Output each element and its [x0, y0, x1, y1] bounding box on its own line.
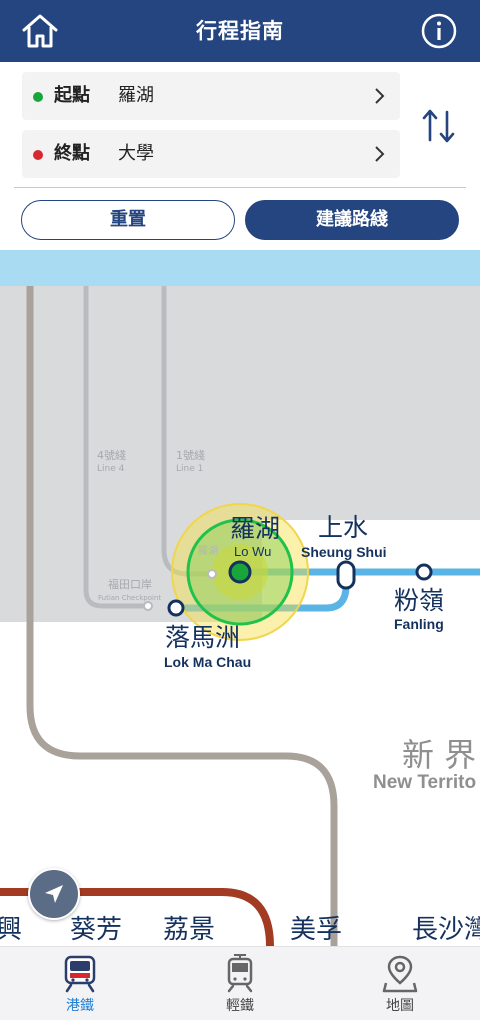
lowu-label-en: Lo Wu	[234, 544, 271, 559]
hing-label: 興	[0, 915, 22, 945]
page-title: 行程指南	[196, 19, 284, 43]
region-label: 新 界	[402, 736, 476, 774]
destination-dot-icon	[33, 150, 43, 160]
origin-label: 起點	[54, 85, 90, 106]
cheung-sha-wan-label: 長沙灣	[412, 915, 480, 945]
chevron-right-icon	[375, 88, 385, 104]
map-pin-icon	[382, 955, 418, 993]
bottom-tab-bar: 港鐵 輕鐵 地圖	[0, 946, 480, 1020]
app-header: 行程指南	[0, 0, 480, 62]
origin-selector[interactable]: 起點 羅湖	[22, 72, 400, 120]
line-1-label: 1號綫	[176, 449, 205, 462]
fanling-label: 粉嶺	[394, 586, 444, 615]
lok-ma-chau-station-marker[interactable]	[167, 599, 185, 617]
route-map[interactable]: 4號綫 Line 4 1號綫 Line 1 福田口岸 Futian Checkp…	[0, 286, 480, 946]
lok-ma-chau-label-en: Lok Ma Chau	[164, 654, 251, 670]
fanling-label-en: Fanling	[394, 616, 444, 632]
map-top-band	[0, 250, 480, 286]
info-icon[interactable]	[420, 12, 458, 50]
sheung-shui-station-marker[interactable]	[336, 560, 356, 590]
tab-mtr[interactable]: 港鐵	[0, 947, 160, 1020]
sheung-shui-label: 上水	[318, 513, 368, 542]
locate-button[interactable]	[28, 868, 80, 920]
reset-button[interactable]: 重置	[21, 200, 235, 240]
futian-label: 福田口岸	[108, 577, 152, 591]
futian-station-marker[interactable]	[143, 601, 153, 611]
light-rail-icon	[227, 954, 253, 993]
chevron-right-icon	[375, 146, 385, 162]
navigation-arrow-icon	[45, 885, 63, 903]
suggest-route-button[interactable]: 建議路綫	[245, 200, 459, 240]
destination-label: 終點	[54, 143, 90, 164]
fanling-station-marker[interactable]	[415, 563, 433, 581]
lowu-station-marker[interactable]	[228, 560, 252, 584]
divider	[14, 187, 466, 188]
lowu-sz-label: 羅湖	[198, 545, 218, 557]
tab-map[interactable]: 地圖	[320, 947, 480, 1020]
swap-icon[interactable]	[420, 104, 458, 148]
route-panel: 起點 羅湖 終點 大學 重置 建議路綫	[0, 62, 480, 250]
sheung-shui-label-en: Sheung Shui	[301, 544, 387, 560]
lowu-label: 羅湖	[230, 514, 280, 543]
tab-light-rail[interactable]: 輕鐵	[160, 947, 320, 1020]
lai-king-label: 荔景	[163, 915, 215, 945]
map-canvas: 4號綫 Line 4 1號綫 Line 1 福田口岸 Futian Checkp…	[0, 286, 480, 946]
line-4-label: 4號綫	[97, 449, 126, 462]
tab-light-rail-label: 輕鐵	[226, 998, 254, 1014]
line-1-label-en: Line 1	[176, 464, 203, 474]
lok-ma-chau-label: 落馬洲	[165, 623, 240, 652]
mtr-train-icon	[64, 955, 96, 993]
mei-foo-label: 美孚	[290, 915, 342, 945]
origin-value: 羅湖	[118, 85, 154, 106]
destination-selector[interactable]: 終點 大學	[22, 130, 400, 178]
region-label-en: New Territo	[373, 772, 476, 793]
destination-value: 大學	[118, 143, 154, 164]
origin-dot-icon	[33, 92, 43, 102]
tab-mtr-label: 港鐵	[66, 998, 94, 1014]
futian-label-en: Futian Checkpoint	[98, 594, 161, 602]
tab-map-label: 地圖	[386, 998, 414, 1014]
lowu-sz-station-marker[interactable]	[207, 569, 217, 579]
kwai-fong-label: 葵芳	[70, 915, 122, 945]
line-4-label-en: Line 4	[97, 464, 125, 474]
